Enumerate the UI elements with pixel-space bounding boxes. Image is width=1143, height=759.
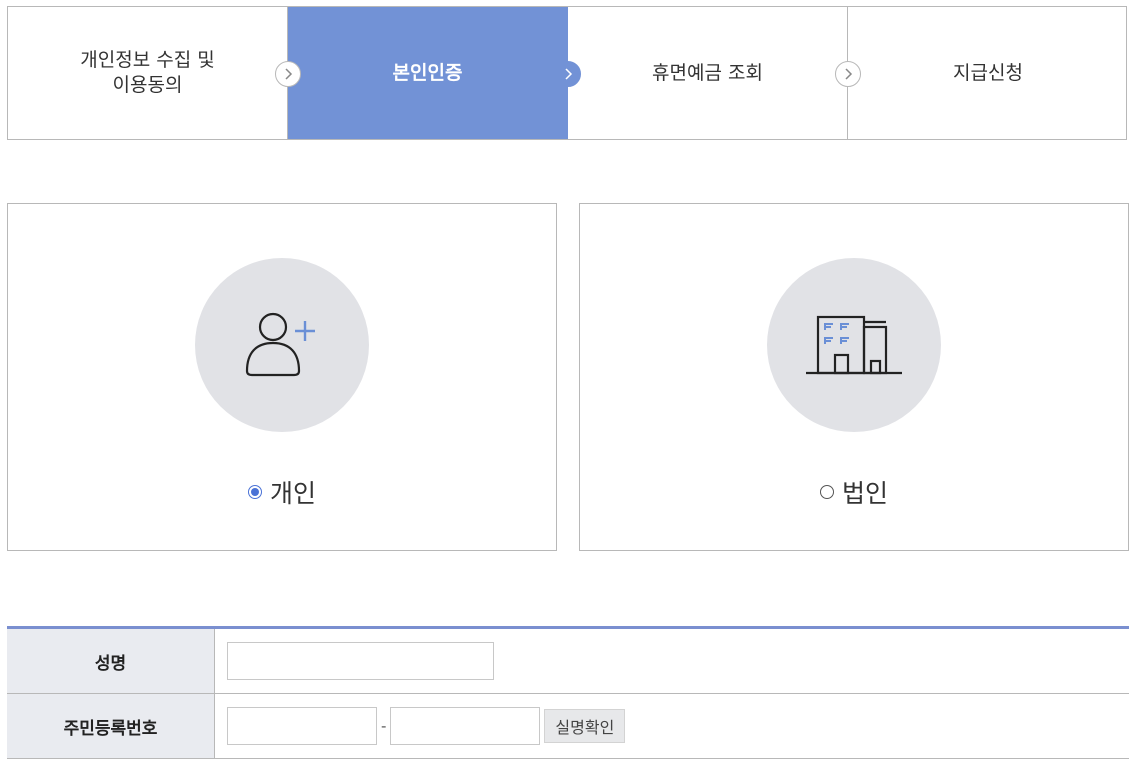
- name-input[interactable]: [227, 642, 494, 680]
- name-label: 성명: [7, 629, 215, 693]
- radio-dot: [250, 488, 259, 496]
- corporate-radio[interactable]: [819, 485, 834, 499]
- step-payment-request: 지급신청: [848, 7, 1128, 139]
- corporate-radio-option[interactable]: 법인: [580, 474, 1128, 510]
- step-dormant-deposit-lookup: 휴면예금 조회: [568, 7, 861, 139]
- building-icon: [767, 258, 941, 432]
- step-payment-label: 지급신청: [953, 61, 1023, 84]
- step-consent: 개인정보 수집 및 이용동의: [8, 7, 301, 139]
- name-row: 성명: [7, 629, 1129, 694]
- personal-label: 개인: [269, 479, 316, 508]
- chevron-right-icon: [555, 61, 581, 87]
- rrn-second-input[interactable]: [390, 707, 541, 745]
- rrn-label: 주민등록번호: [7, 694, 215, 758]
- person-add-icon: [195, 258, 369, 432]
- corporate-type-card[interactable]: 법인: [579, 203, 1129, 551]
- rrn-first-input[interactable]: [227, 707, 377, 745]
- personal-radio-option[interactable]: 개인: [8, 474, 556, 510]
- rrn-separator: -: [381, 717, 387, 735]
- step-progress-bar: 개인정보 수집 및 이용동의 본인인증 휴면예금 조회 지급신청: [7, 6, 1127, 140]
- chevron-right-icon: [275, 61, 301, 87]
- verify-name-button[interactable]: 실명확인: [544, 709, 626, 743]
- rrn-cell: - 실명확인: [215, 694, 1129, 758]
- personal-type-card[interactable]: 개인: [7, 203, 557, 551]
- personal-radio[interactable]: [247, 485, 262, 499]
- step-lookup-label: 휴면예금 조회: [652, 61, 763, 84]
- rrn-row: 주민등록번호 - 실명확인: [7, 694, 1129, 759]
- step-identity-verification: 본인인증: [288, 7, 581, 139]
- step-consent-label: 개인정보 수집 및 이용동의: [80, 49, 215, 96]
- corporate-label: 법인: [841, 479, 888, 508]
- chevron-right-icon: [835, 61, 861, 87]
- identity-form: 성명 주민등록번호 - 실명확인: [7, 626, 1129, 759]
- step-identity-label: 본인인증: [392, 61, 463, 84]
- name-cell: [215, 629, 1129, 693]
